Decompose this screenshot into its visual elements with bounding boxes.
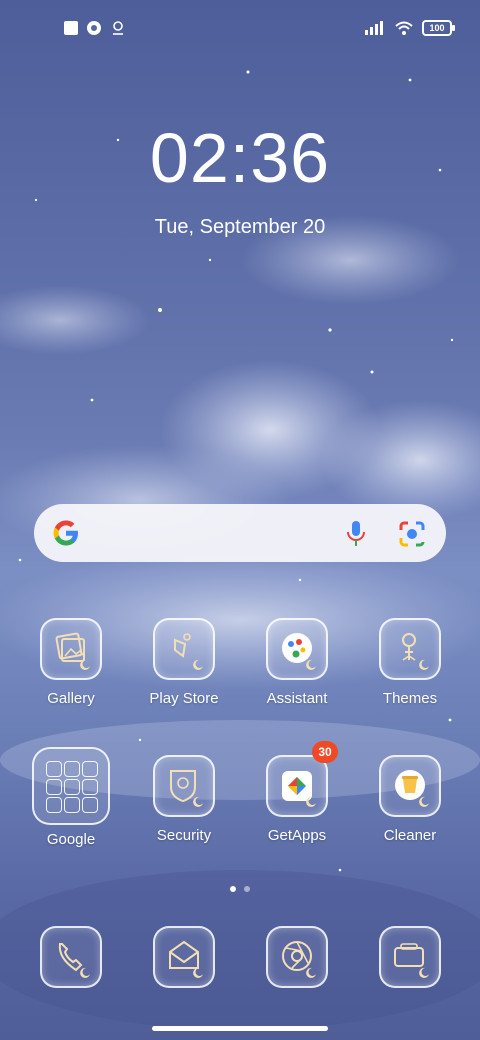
cleaner-icon (379, 755, 441, 817)
lens-icon[interactable] (398, 520, 426, 548)
dock-messages[interactable] (129, 926, 239, 988)
google-search-bar[interactable] (34, 504, 446, 562)
mic-icon[interactable] (344, 520, 368, 548)
dock-camera[interactable] (355, 926, 465, 988)
messages-icon (153, 926, 215, 988)
folder-google[interactable]: Google (16, 747, 126, 848)
app-label: Security (156, 827, 212, 844)
app-label: Cleaner (383, 827, 437, 844)
app-cleaner[interactable]: Cleaner (355, 755, 465, 844)
signal-icon (365, 21, 383, 35)
camera-icon (379, 926, 441, 988)
google-g-icon (53, 520, 78, 546)
circle-icon (87, 21, 101, 35)
square-icon (64, 21, 78, 35)
phone-icon (40, 926, 102, 988)
battery-indicator: 100 (422, 20, 455, 36)
clock[interactable]: 02:36 (0, 118, 480, 198)
status-bar: 100 (0, 14, 480, 42)
security-icon (153, 755, 215, 817)
page-dot-2[interactable] (244, 886, 250, 892)
app-label: Themes (382, 690, 438, 707)
app-label: Gallery (47, 690, 95, 707)
themes-icon (379, 618, 441, 680)
assistant-icon (266, 618, 328, 680)
google-folder-icon (32, 747, 110, 825)
page-indicator[interactable] (0, 879, 480, 897)
app-label: GetApps (267, 827, 327, 844)
wifi-icon (395, 21, 413, 35)
chrome-icon (266, 926, 328, 988)
app-label: Assistant (266, 690, 328, 707)
play-store-icon (153, 618, 215, 680)
home-gesture-bar[interactable] (152, 1026, 328, 1031)
date[interactable]: Tue, September 20 (0, 216, 480, 239)
gallery-icon (40, 618, 102, 680)
app-label: Google (46, 831, 96, 848)
app-label: Play Store (149, 690, 219, 707)
app-security[interactable]: Security (129, 755, 239, 844)
dock-chrome[interactable] (242, 926, 352, 988)
dock-phone[interactable] (16, 926, 126, 988)
location-icon (113, 21, 123, 35)
app-assistant[interactable]: Assistant (242, 618, 352, 707)
page-dot-1[interactable] (230, 886, 236, 892)
app-getapps[interactable]: 30 GetApps (242, 741, 352, 844)
app-themes[interactable]: Themes (355, 618, 465, 707)
getapps-icon: 30 (266, 741, 338, 817)
app-play-store[interactable]: Play Store (129, 618, 239, 707)
notification-badge: 30 (312, 741, 338, 763)
app-gallery[interactable]: Gallery (16, 618, 126, 707)
